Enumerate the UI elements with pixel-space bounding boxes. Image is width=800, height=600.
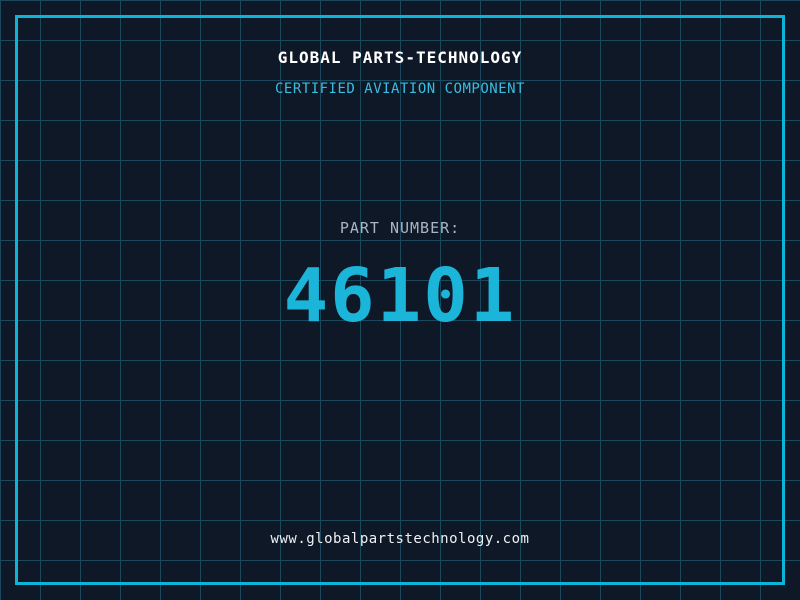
part-number-label: PART NUMBER:: [339, 219, 461, 237]
part-number-value: 46101: [283, 253, 517, 339]
company-title: GLOBAL PARTS-TECHNOLOGY: [277, 48, 523, 67]
blueprint-page: GLOBAL PARTS-TECHNOLOGY CERTIFIED AVIATI…: [0, 0, 800, 600]
website-url: www.globalpartstechnology.com: [270, 531, 530, 547]
certification-subtitle: CERTIFIED AVIATION COMPONENT: [274, 81, 525, 97]
